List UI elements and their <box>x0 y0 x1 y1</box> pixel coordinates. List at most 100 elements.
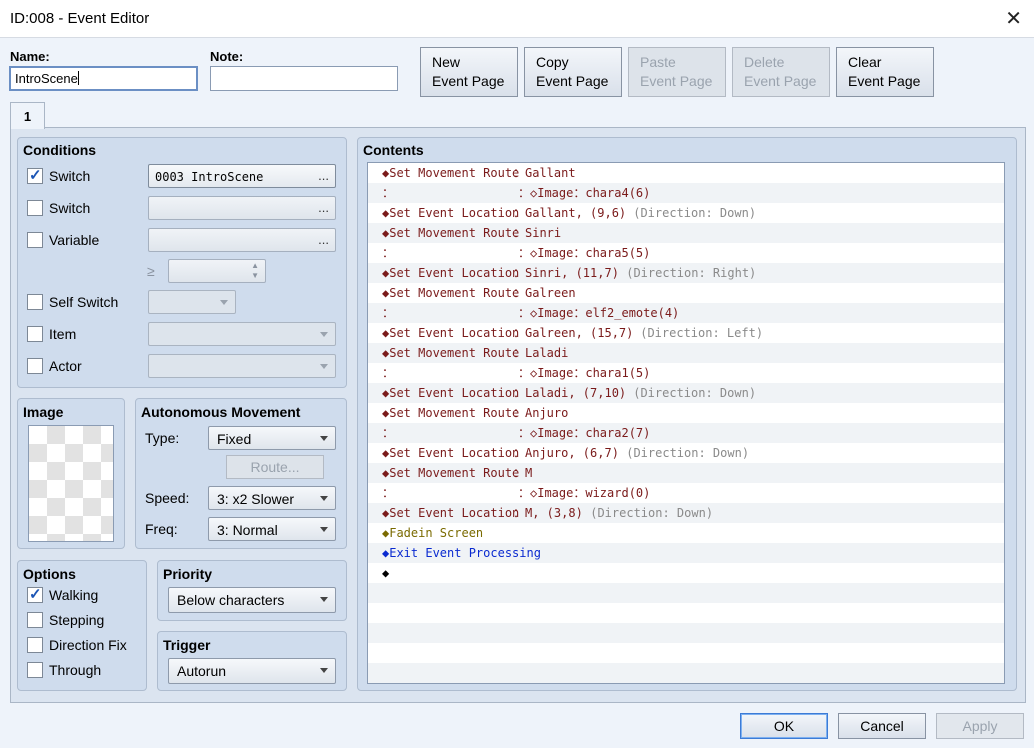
command-row[interactable]: ◆Set Event Location ：M, (3,8) (Direction:… <box>368 503 1004 523</box>
command-comment: (Direction: Down) <box>626 386 757 400</box>
variable-selector[interactable]: ... <box>148 228 336 252</box>
close-icon[interactable]: ✕ <box>1005 6 1022 31</box>
through-checkbox[interactable] <box>27 662 43 678</box>
command-row[interactable]: ◆Set Movement Route ：Gallant <box>368 163 1004 183</box>
apply-button[interactable]: Apply <box>936 713 1024 739</box>
variable-label: Variable <box>49 232 100 248</box>
command-comment: (Direction: Right) <box>619 266 757 280</box>
command-row[interactable] <box>368 583 1004 603</box>
switch1-selector[interactable]: 0003 IntroScene... <box>148 164 336 188</box>
spinner-arrows-icon[interactable]: ▲ ▼ <box>251 261 259 281</box>
command-row[interactable]: ◆Exit Event Processing <box>368 543 1004 563</box>
command-row[interactable]: ： ：◇Image：chara4(6) <box>368 183 1004 203</box>
clear-button-line2: Event Page <box>848 73 921 89</box>
command-row[interactable]: ◆Fadein Screen <box>368 523 1004 543</box>
tab-page-1[interactable]: 1 <box>10 102 45 129</box>
command-row[interactable]: ： ：◇Image：elf2_emote(4) <box>368 303 1004 323</box>
command-name: ： <box>382 246 395 260</box>
ellipsis-icon: ... <box>318 232 329 247</box>
command-args: ：◇Image：chara1(5) <box>518 366 651 380</box>
contents-title: Contents <box>363 142 424 158</box>
check-icon: ✓ <box>29 586 42 603</box>
switch2-checkbox[interactable] <box>27 200 43 216</box>
event-command-list[interactable]: ◆Set Movement Route ：Gallant：：◇Image：char… <box>367 162 1005 684</box>
command-row[interactable]: ： ：◇Image：chara5(5) <box>368 243 1004 263</box>
route-button[interactable]: Route... <box>226 455 324 479</box>
command-args: ：Laladi <box>513 346 569 360</box>
new-button-line1: New <box>432 54 461 70</box>
command-row[interactable]: ◆Set Movement Route ：Anjuro <box>368 403 1004 423</box>
command-args: ：M <box>513 466 533 480</box>
delete-event-page-button[interactable]: Delete Event Page <box>732 47 830 97</box>
paste-event-page-button[interactable]: Paste Event Page <box>628 47 726 97</box>
direction-fix-checkbox[interactable] <box>27 637 43 653</box>
image-preview[interactable] <box>28 425 114 542</box>
priority-dropdown[interactable]: Below characters <box>168 587 336 613</box>
ellipsis-icon: ... <box>318 200 329 215</box>
self-switch-dropdown[interactable] <box>148 290 236 314</box>
command-row[interactable]: ◆Set Movement Route ：Galreen <box>368 283 1004 303</box>
variable-checkbox[interactable] <box>27 232 43 248</box>
command-args: ：Galreen, (15,7) <box>513 326 634 340</box>
freq-label: Freq: <box>145 521 178 537</box>
copy-event-page-button[interactable]: Copy Event Page <box>524 47 622 97</box>
stepping-checkbox[interactable] <box>27 612 43 628</box>
command-row[interactable]: ◆Set Movement Route ：Laladi <box>368 343 1004 363</box>
copy-button-line1: Copy <box>536 54 569 70</box>
stepping-label: Stepping <box>49 612 105 628</box>
trigger-dropdown[interactable]: Autorun <box>168 658 336 684</box>
command-row[interactable] <box>368 623 1004 643</box>
command-row[interactable]: ◆Set Event Location ：Laladi, (7,10) (Dire… <box>368 383 1004 403</box>
command-row[interactable]: ◆Set Event Location ：Galreen, (15,7) (Dir… <box>368 323 1004 343</box>
actor-dropdown[interactable] <box>148 354 336 378</box>
walking-checkbox[interactable]: ✓ <box>27 586 43 603</box>
image-title: Image <box>23 404 64 420</box>
trigger-value: Autorun <box>177 663 227 679</box>
command-row[interactable]: ◆Set Event Location ：Sinri, (11,7) (Direc… <box>368 263 1004 283</box>
command-row[interactable]: ： ：◇Image：chara1(5) <box>368 363 1004 383</box>
command-row[interactable] <box>368 643 1004 663</box>
command-args: ：Gallant <box>513 166 576 180</box>
freq-dropdown[interactable]: 3: Normal <box>208 517 336 541</box>
command-row[interactable]: ： ：◇Image：chara2(7) <box>368 423 1004 443</box>
name-value: IntroScene <box>15 71 78 86</box>
name-field[interactable]: IntroScene <box>9 66 198 91</box>
through-label: Through <box>49 662 102 678</box>
command-comment: (Direction: Left) <box>633 326 764 340</box>
command-args: ：Anjuro, (6,7) <box>513 446 619 460</box>
item-checkbox[interactable] <box>27 326 43 342</box>
command-name: ： <box>382 486 395 500</box>
command-row[interactable]: ◆Set Event Location ：Anjuro, (6,7) (Direc… <box>368 443 1004 463</box>
ok-button[interactable]: OK <box>740 713 828 739</box>
command-comment: (Direction: Down) <box>619 446 750 460</box>
item-dropdown[interactable] <box>148 322 336 346</box>
command-name: ◆Set Event Location <box>382 506 520 520</box>
actor-checkbox[interactable] <box>27 358 43 374</box>
note-field[interactable] <box>210 66 398 91</box>
switch1-checkbox[interactable]: ✓ <box>27 167 43 184</box>
command-row[interactable] <box>368 663 1004 683</box>
paste-button-line1: Paste <box>640 54 676 70</box>
type-dropdown[interactable]: Fixed <box>208 426 336 450</box>
command-name: ◆Set Movement Route <box>382 226 520 240</box>
speed-dropdown[interactable]: 3: x2 Slower <box>208 486 336 510</box>
command-row[interactable]: ◆Set Event Location ：Gallant, (9,6) (Dire… <box>368 203 1004 223</box>
command-name: ： <box>382 186 395 200</box>
self-switch-label: Self Switch <box>49 294 119 310</box>
chevron-down-icon <box>320 496 328 501</box>
variable-number-spinner[interactable]: ▲ ▼ <box>168 259 266 283</box>
clear-button-line1: Clear <box>848 54 882 70</box>
autonomous-movement-title: Autonomous Movement <box>141 404 301 420</box>
command-row[interactable] <box>368 603 1004 623</box>
command-name: ◆Fadein Screen <box>382 526 484 540</box>
command-row[interactable]: ◆Set Movement Route ：Sinri <box>368 223 1004 243</box>
clear-event-page-button[interactable]: Clear Event Page <box>836 47 934 97</box>
command-row[interactable]: ◆ <box>368 563 1004 583</box>
switch2-selector[interactable]: ... <box>148 196 336 220</box>
self-switch-checkbox[interactable] <box>27 294 43 310</box>
command-row[interactable]: ： ：◇Image：wizard(0) <box>368 483 1004 503</box>
command-row[interactable]: ◆Set Movement Route ：M <box>368 463 1004 483</box>
new-event-page-button[interactable]: New Event Page <box>420 47 518 97</box>
cancel-button[interactable]: Cancel <box>838 713 926 739</box>
direction-fix-label: Direction Fix <box>49 637 127 653</box>
